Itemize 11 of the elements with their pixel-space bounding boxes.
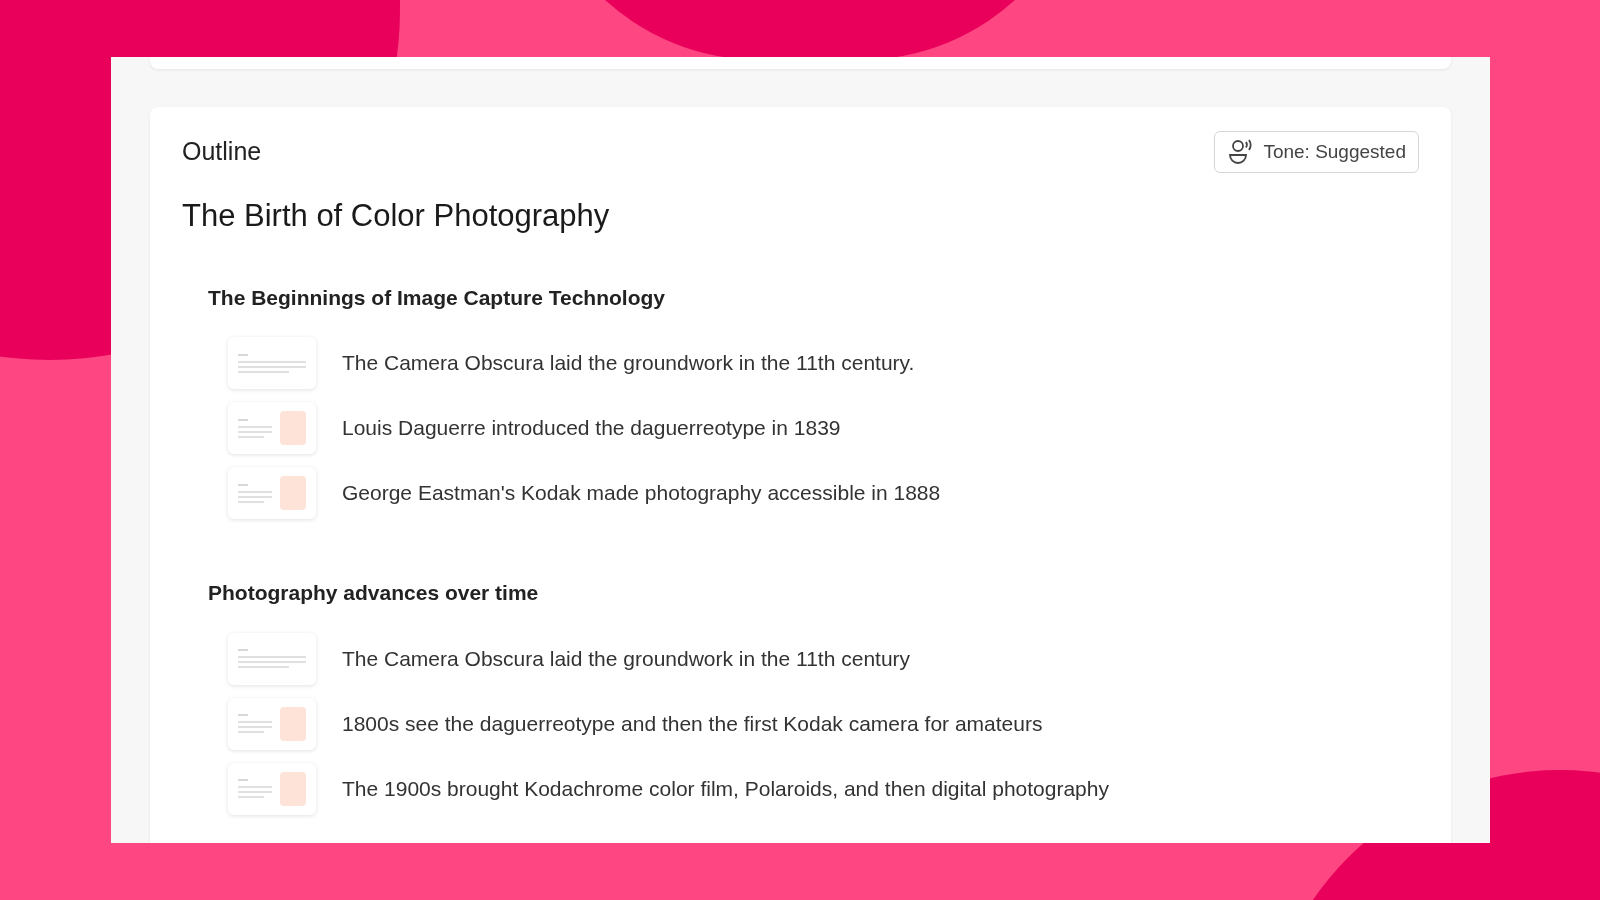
slide-topic: 1800s see the daguerreotype and then the first Kodak camera for amateurs (342, 710, 1043, 737)
outline-title: The Birth of Color Photography (182, 197, 611, 235)
section-heading: Photography advances over time (208, 580, 540, 606)
slide-topic: Louis Daguerre introduced the daguerreotype in 1839 (342, 415, 841, 442)
section-heading: The Beginnings of Image Capture Technology (208, 284, 666, 311)
tone-button[interactable]: Tone: Suggested (1214, 131, 1419, 173)
outline-label: Outline (182, 136, 262, 168)
slide-topic: George Eastman's Kodak made photography accessible in 1888 (342, 480, 941, 507)
slide-topic: The 1900s brought Kodachrome color film, Polaroids, and then digital photography (342, 775, 1109, 802)
slide-topic: The Camera Obscura laid the groundwork in the 11th century (342, 645, 911, 672)
slide-topic: The Camera Obscura laid the groundwork in the 11th century. (342, 350, 915, 377)
